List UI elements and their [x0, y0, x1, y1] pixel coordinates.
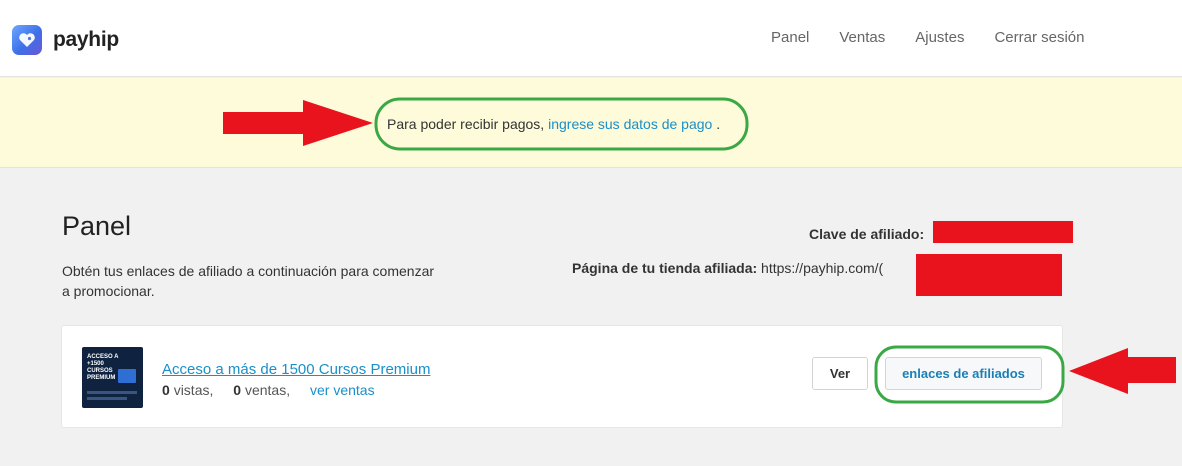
- affiliate-store-url[interactable]: https://payhip.com/(: [761, 260, 883, 276]
- sales-label: ventas,: [244, 382, 291, 398]
- view-button[interactable]: Ver: [812, 357, 868, 390]
- nav-ventas[interactable]: Ventas: [839, 29, 885, 46]
- brand-logo[interactable]: payhip: [12, 25, 119, 55]
- notice-text-after: .: [712, 116, 721, 132]
- brand-name: payhip: [53, 28, 119, 51]
- thumbnail-line: [87, 397, 127, 400]
- thumbnail-text: ACCESO A +1500 CURSOS PREMIUM: [87, 354, 119, 381]
- panel-description: Obtén tus enlaces de afiliado a continua…: [62, 263, 435, 299]
- view-sales-link[interactable]: ver ventas: [310, 382, 375, 398]
- product-thumbnail[interactable]: ACCESO A +1500 CURSOS PREMIUM: [82, 347, 143, 408]
- affiliate-key: Clave de afiliado:: [809, 226, 924, 242]
- affiliate-key-label: Clave de afiliado:: [809, 226, 925, 242]
- red-arrow-icon: [1069, 348, 1176, 394]
- product-stats: 0 vistas, 0 ventas, ver ventas: [162, 382, 375, 398]
- views-count: 0: [162, 382, 170, 398]
- redaction-box-store: [916, 254, 1062, 296]
- product-card: ACCESO A +1500 CURSOS PREMIUM Acceso a m…: [61, 325, 1063, 428]
- product-title-link[interactable]: Acceso a más de 1500 Cursos Premium: [162, 361, 430, 378]
- payment-notice-banner: Para poder recibir pagos, ingrese sus da…: [0, 78, 1182, 168]
- sales-count: 0: [233, 382, 242, 398]
- affiliate-store: Página de tu tienda afiliada: https://pa…: [572, 260, 883, 276]
- page-title: Panel: [62, 211, 132, 241]
- affiliate-links-button[interactable]: enlaces de afiliados: [885, 357, 1042, 390]
- affiliate-store-label: Página de tu tienda afiliada:: [572, 260, 758, 276]
- payment-notice-text: Para poder recibir pagos, ingrese sus da…: [387, 116, 720, 132]
- nav-ajustes[interactable]: Ajustes: [915, 29, 964, 46]
- notice-text-before: Para poder recibir pagos,: [387, 116, 549, 132]
- thumbnail-line: [87, 391, 137, 394]
- payhip-logo-icon: [12, 25, 42, 55]
- main-nav: Panel Ventas Ajustes Cerrar sesión: [771, 29, 1114, 46]
- top-bar: payhip Panel Ventas Ajustes Cerrar sesió…: [0, 0, 1182, 77]
- nav-panel[interactable]: Panel: [771, 29, 809, 46]
- book-icon: [118, 369, 136, 383]
- views-label: vistas,: [173, 382, 214, 398]
- payment-details-link[interactable]: ingrese sus datos de pago: [548, 116, 712, 132]
- nav-cerrar-sesion[interactable]: Cerrar sesión: [994, 29, 1084, 46]
- redaction-box-key: [933, 221, 1073, 243]
